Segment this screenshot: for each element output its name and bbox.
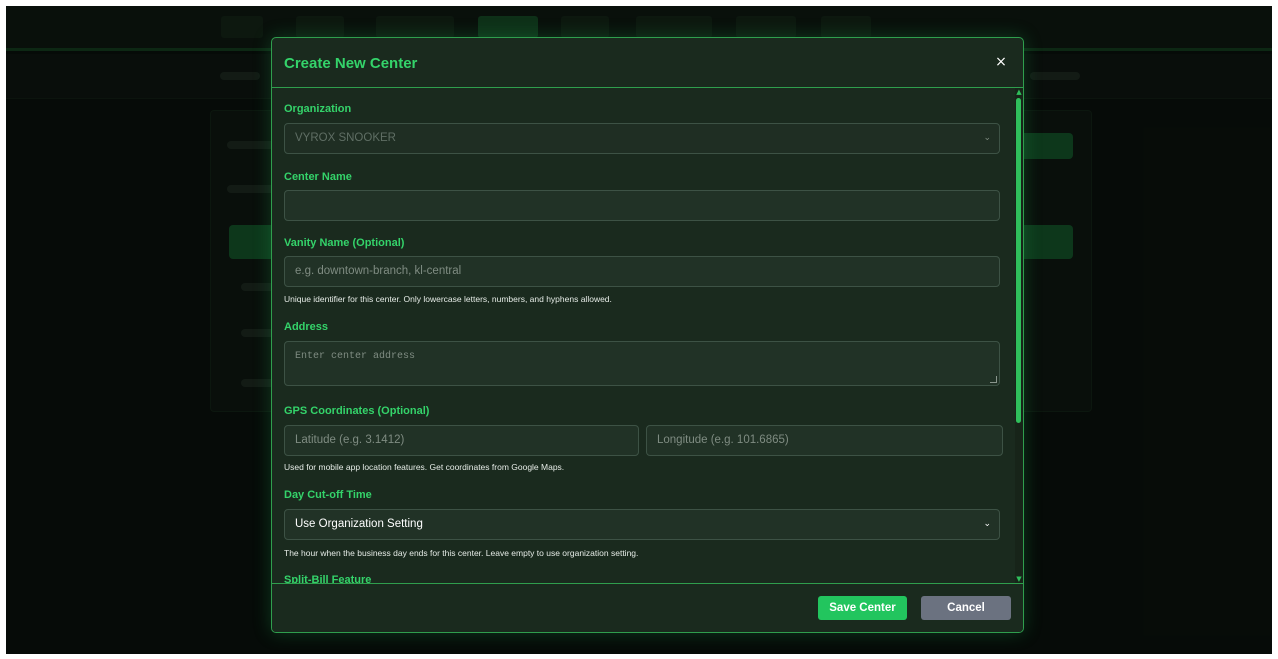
modal-header: Create New Center × xyxy=(272,38,1023,88)
address-placeholder: Enter center address xyxy=(295,351,416,362)
cancel-button[interactable]: Cancel xyxy=(921,596,1011,620)
close-icon[interactable]: × xyxy=(993,54,1009,70)
address-label: Address xyxy=(284,321,329,333)
scrollbar-thumb[interactable] xyxy=(1016,98,1021,423)
organization-label: Organization xyxy=(284,103,352,115)
day-cutoff-select[interactable]: Use Organization Setting ⌄ xyxy=(284,509,1000,540)
chevron-down-icon: ⌄ xyxy=(983,519,991,529)
latitude-placeholder: Latitude (e.g. 3.1412) xyxy=(295,434,405,446)
create-center-modal: Create New Center × Organization VYROX S… xyxy=(271,37,1024,633)
day-cutoff-label: Day Cut-off Time xyxy=(284,489,372,501)
save-center-button[interactable]: Save Center xyxy=(818,596,907,620)
gps-help: Used for mobile app location features. G… xyxy=(284,462,565,472)
modal-scrollbar[interactable]: ▲ ▼ xyxy=(1015,88,1023,583)
gps-label: GPS Coordinates (Optional) xyxy=(284,405,430,417)
split-bill-label: Split-Bill Feature xyxy=(284,574,372,583)
latitude-input[interactable]: Latitude (e.g. 3.1412) xyxy=(284,425,639,456)
address-textarea[interactable]: Enter center address xyxy=(284,341,1000,386)
vanity-name-placeholder: e.g. downtown-branch, kl-central xyxy=(295,265,462,277)
resize-handle-icon[interactable] xyxy=(990,376,997,383)
vanity-name-help: Unique identifier for this center. Only … xyxy=(284,294,612,304)
day-cutoff-help: The hour when the business day ends for … xyxy=(284,548,639,558)
scroll-up-icon[interactable]: ▲ xyxy=(1015,88,1023,96)
center-name-input[interactable] xyxy=(284,190,1000,221)
center-name-label: Center Name xyxy=(284,171,352,183)
modal-footer: Save Center Cancel xyxy=(272,583,1023,632)
scroll-down-icon[interactable]: ▼ xyxy=(1015,575,1023,583)
modal-title: Create New Center xyxy=(284,55,418,72)
vanity-name-input[interactable]: e.g. downtown-branch, kl-central xyxy=(284,256,1000,287)
modal-body: Organization VYROX SNOOKER ⌄ Center Name… xyxy=(272,88,1012,583)
organization-select[interactable]: VYROX SNOOKER ⌄ xyxy=(284,123,1000,154)
longitude-placeholder: Longitude (e.g. 101.6865) xyxy=(657,434,789,446)
organization-value: VYROX SNOOKER xyxy=(295,132,396,144)
day-cutoff-value: Use Organization Setting xyxy=(295,518,423,530)
chevron-down-icon: ⌄ xyxy=(983,133,991,143)
longitude-input[interactable]: Longitude (e.g. 101.6865) xyxy=(646,425,1003,456)
vanity-name-label: Vanity Name (Optional) xyxy=(284,237,405,249)
